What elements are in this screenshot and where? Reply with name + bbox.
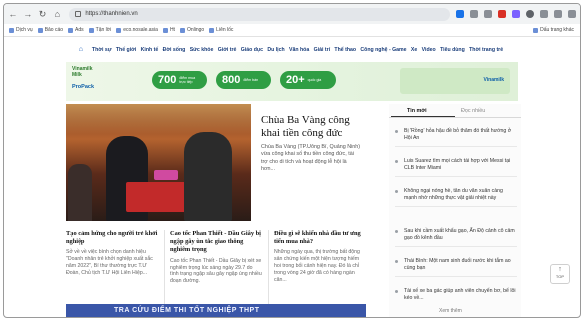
active-tab-indicator (391, 116, 455, 117)
article-summary: Sở về về việc bình chọn danh hiệu "Doanh… (66, 249, 153, 277)
exam-results-banner[interactable]: TRA CỨU ĐIỂM THI TỐT NGHIỆP THPT (66, 304, 366, 317)
home-icon[interactable]: ⌂ (79, 46, 85, 53)
bookmark-item[interactable]: Tận lời (88, 27, 111, 33)
bullet-icon (395, 230, 398, 233)
cast-icon[interactable] (484, 10, 492, 18)
bookmark-favicon-icon (116, 27, 122, 33)
news-item[interactable]: Tài xế xe ba gác giúp anh viên chuyển bơ… (395, 288, 517, 302)
banner-logo-propack: ProPack (72, 84, 95, 90)
ad-banner[interactable]: Vinamilk Milk ProPack 700 điểm mua trực … (66, 62, 518, 101)
banner-stat: 800 điểm bán (216, 71, 272, 89)
other-bookmarks[interactable]: Dấu trang khác (533, 27, 574, 33)
article-title[interactable]: Cao tốc Phan Thiết - Dầu Giây bị ngập gâ… (170, 230, 262, 255)
browser-window: ← → ↻ ⌂ https://thanhnien.vn Dịch vụ Bảo… (3, 3, 581, 318)
bookmark-favicon-icon (179, 27, 185, 33)
tab-most-read[interactable]: Đọc nhiều (461, 108, 485, 114)
bullet-icon (395, 130, 398, 133)
bookmark-item[interactable]: Dịch vụ (9, 27, 33, 33)
bookmark-icon[interactable] (540, 10, 548, 18)
banner-logo: Vinamilk Milk (72, 66, 93, 78)
translate-icon[interactable] (456, 10, 464, 18)
forward-icon[interactable]: → (22, 8, 34, 20)
address-bar[interactable]: https://thanhnien.vn (69, 7, 450, 21)
article-summary: Những ngày qua, thị trường bất động sản … (274, 249, 360, 284)
banner-stat: 20+ quốc gia (280, 71, 336, 89)
nav-item[interactable]: Thời trang trẻ (469, 47, 503, 53)
extension-icons (450, 10, 576, 18)
bookmark-favicon-icon (37, 27, 43, 33)
home-icon[interactable]: ⌂ (51, 8, 63, 20)
sidebar-icon[interactable] (554, 10, 562, 18)
back-icon[interactable]: ← (7, 8, 19, 20)
article-summary: Cao tốc Phan Thiết - Dầu Giây bị xét xe … (170, 257, 262, 285)
news-item[interactable]: Thái Bình: Một nam sinh đuối nước khi tắ… (395, 258, 517, 278)
bullet-icon (395, 190, 398, 193)
banner-product-image: Vinamilk (400, 68, 510, 94)
article-title[interactable]: Điều gì sẽ khiến nhà đầu tư ưng tiến mua… (274, 230, 366, 246)
grid-icon[interactable] (470, 10, 478, 18)
site-navigation: ⌂ Thời sự Thế giới Kinh tế Đời sống Sức … (4, 44, 580, 56)
sidebar-tabs: Tin mới Đọc nhiều (389, 104, 521, 118)
bookmark-item[interactable]: Ads (68, 27, 84, 33)
nav-item[interactable]: Xe (411, 47, 417, 53)
news-item[interactable]: Bị 'Rồng' hỏa hậu đề bỏ thăm đó thất hướ… (395, 128, 517, 148)
url-text: https://thanhnien.vn (85, 11, 138, 17)
scroll-to-top-button[interactable]: ↑ TOP (550, 264, 570, 284)
arrow-up-icon: ↑ (558, 266, 562, 273)
nav-item[interactable]: Văn hóa (289, 47, 309, 53)
bookmark-item[interactable]: eco.nosale.asia (116, 27, 158, 33)
bookmark-item[interactable]: Bảo cáo (37, 27, 63, 33)
article-title[interactable]: Tạo cảm hứng cho người trẻ khởi nghiệp (66, 230, 158, 246)
nav-item[interactable]: Giải trí (314, 47, 330, 53)
nav-item[interactable]: Công nghệ - Game (360, 47, 406, 53)
nav-item[interactable]: Giáo dục (241, 47, 263, 53)
nav-item[interactable]: Tiêu dùng (440, 47, 465, 53)
article-card[interactable]: Tạo cảm hứng cho người trẻ khởi nghiệp S… (66, 230, 158, 277)
bookmarks-bar: Dịch vụ Bảo cáo Ads Tận lời eco.nosale.a… (4, 24, 580, 37)
bookmark-item[interactable]: Ht (162, 27, 175, 33)
news-item[interactable]: Không ngại nóng hè, tân du văn xuân càng… (395, 188, 517, 208)
settings-icon[interactable] (498, 10, 506, 18)
profile-icon[interactable] (526, 10, 534, 18)
bookmark-favicon-icon (162, 27, 168, 33)
column-divider (164, 230, 165, 304)
bookmark-favicon-icon (209, 27, 215, 33)
hero-summary: Chùa Ba Vàng (TP.Uông Bí, Quảng Ninh) vừ… (261, 144, 361, 172)
bookmark-item[interactable]: Liên lốc (209, 27, 233, 33)
banner-stat: 700 điểm mua trực tiếp (152, 71, 208, 89)
article-card[interactable]: Điều gì sẽ khiến nhà đầu tư ưng tiến mua… (274, 230, 366, 284)
bullet-icon (395, 290, 398, 293)
puzzle-icon[interactable] (512, 10, 520, 18)
nav-item[interactable]: Thể thao (334, 47, 356, 53)
menu-icon[interactable] (568, 10, 576, 18)
reload-icon[interactable]: ↻ (37, 8, 49, 20)
hero-headline[interactable]: Chùa Ba Vàng công khai tiền công đức (261, 114, 371, 140)
news-item[interactable]: Luis Suarez tìm mọi cách tái hợp với Mes… (395, 158, 517, 178)
bookmark-favicon-icon (68, 27, 74, 33)
tab-latest[interactable]: Tin mới (407, 108, 427, 114)
nav-item[interactable]: Thời sự (92, 47, 112, 53)
nav-item[interactable]: Thế giới (116, 47, 136, 53)
hero-image[interactable] (66, 104, 251, 221)
browser-toolbar: ← → ↻ ⌂ https://thanhnien.vn (4, 4, 580, 24)
nav-item[interactable]: Video (422, 47, 436, 53)
column-divider (268, 230, 269, 304)
bookmark-item[interactable]: Onlingo (179, 27, 204, 33)
nav-item[interactable]: Sức khỏe (190, 47, 214, 53)
see-more-link[interactable]: Xem thêm (439, 308, 462, 314)
nav-item[interactable]: Đời sống (163, 47, 186, 53)
bullet-icon (395, 260, 398, 263)
news-item[interactable]: Sau khi cầm xuất khẩu gạo, Ấn Độ cảnh cô… (395, 228, 517, 248)
bookmark-favicon-icon (88, 27, 94, 33)
nav-item[interactable]: Du lịch (267, 47, 284, 53)
article-card[interactable]: Cao tốc Phan Thiết - Dầu Giây bị ngập gâ… (170, 230, 262, 285)
news-sidebar: Tin mới Đọc nhiều Bị 'Rồng' hỏa hậu đề b… (389, 104, 521, 317)
bullet-icon (395, 160, 398, 163)
bookmark-favicon-icon (9, 27, 14, 33)
nav-item[interactable]: Kinh tế (141, 47, 159, 53)
lock-icon (75, 11, 82, 17)
nav-item[interactable]: Giới trẻ (218, 47, 237, 53)
folder-icon (533, 27, 539, 33)
